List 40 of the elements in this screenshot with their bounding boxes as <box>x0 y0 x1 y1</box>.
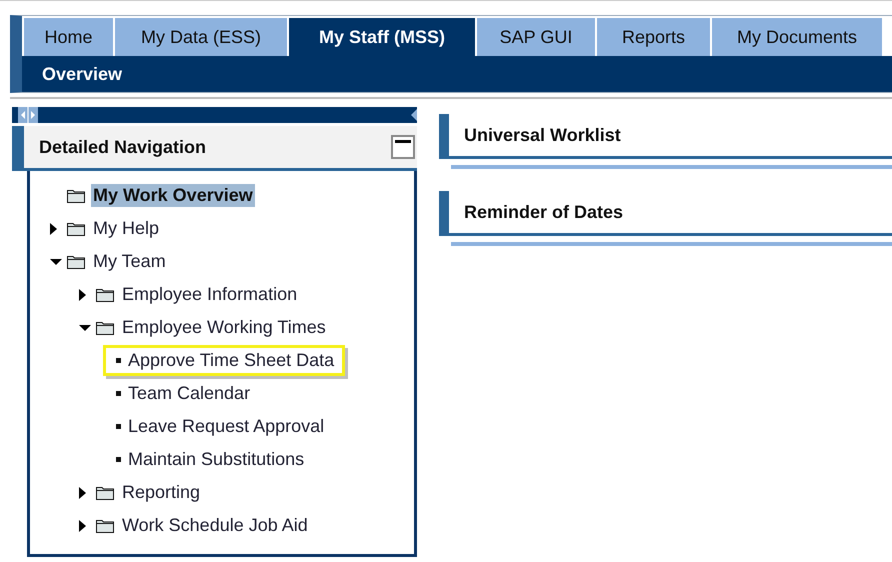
folder-icon <box>67 254 85 268</box>
nav-tab[interactable]: Home <box>24 18 113 56</box>
panel-title[interactable]: Universal Worklist <box>464 124 621 146</box>
tree-item[interactable]: Team Calendar <box>126 382 252 405</box>
bullet-icon <box>116 391 121 396</box>
tree-item[interactable]: Approve Time Sheet Data <box>126 349 336 372</box>
folder-icon <box>96 320 114 334</box>
collapse-arrow-icon[interactable] <box>411 109 417 121</box>
panel-title[interactable]: Reminder of Dates <box>464 202 624 222</box>
folder-icon <box>96 486 114 500</box>
navigation-title: Detailed Navigation <box>39 136 206 158</box>
collapsed-arrow-icon[interactable] <box>79 288 86 300</box>
bullet-icon <box>116 424 121 429</box>
tree-item[interactable]: My Work Overview <box>91 184 255 207</box>
bullet-icon <box>116 457 121 462</box>
tree-item[interactable]: Work Schedule Job Aid <box>120 514 310 537</box>
nav-tab[interactable]: SAP GUI <box>477 18 595 56</box>
collapsed-arrow-icon[interactable] <box>79 486 86 498</box>
sub-navigation-item[interactable]: Overview <box>42 64 122 84</box>
nav-tab[interactable]: My Data (ESS) <box>115 18 287 56</box>
bullet-icon <box>116 358 121 363</box>
tree-item[interactable]: Maintain Substitutions <box>126 448 306 471</box>
expanded-arrow-icon[interactable] <box>50 258 62 266</box>
collapsed-arrow-icon[interactable] <box>50 222 57 234</box>
collapsed-arrow-icon[interactable] <box>79 520 86 532</box>
tree-item[interactable]: Leave Request Approval <box>126 415 326 438</box>
folder-icon <box>67 188 85 202</box>
folder-icon <box>67 222 85 236</box>
tree-item[interactable]: My Help <box>91 217 162 240</box>
tree-item[interactable]: My Team <box>91 250 168 273</box>
tree-item[interactable]: Employee Information <box>120 283 300 306</box>
folder-icon <box>96 288 114 302</box>
minimize-button[interactable] <box>391 135 415 159</box>
nav-tab[interactable]: My Documents <box>712 18 882 56</box>
expanded-arrow-icon[interactable] <box>79 324 91 332</box>
tree-item[interactable]: Reporting <box>120 481 202 504</box>
folder-icon <box>96 518 114 532</box>
nav-tab[interactable]: My Staff (MSS) <box>289 18 475 56</box>
tree-item[interactable]: Employee Working Times <box>120 316 328 339</box>
nav-tab[interactable]: Reports <box>597 18 710 56</box>
